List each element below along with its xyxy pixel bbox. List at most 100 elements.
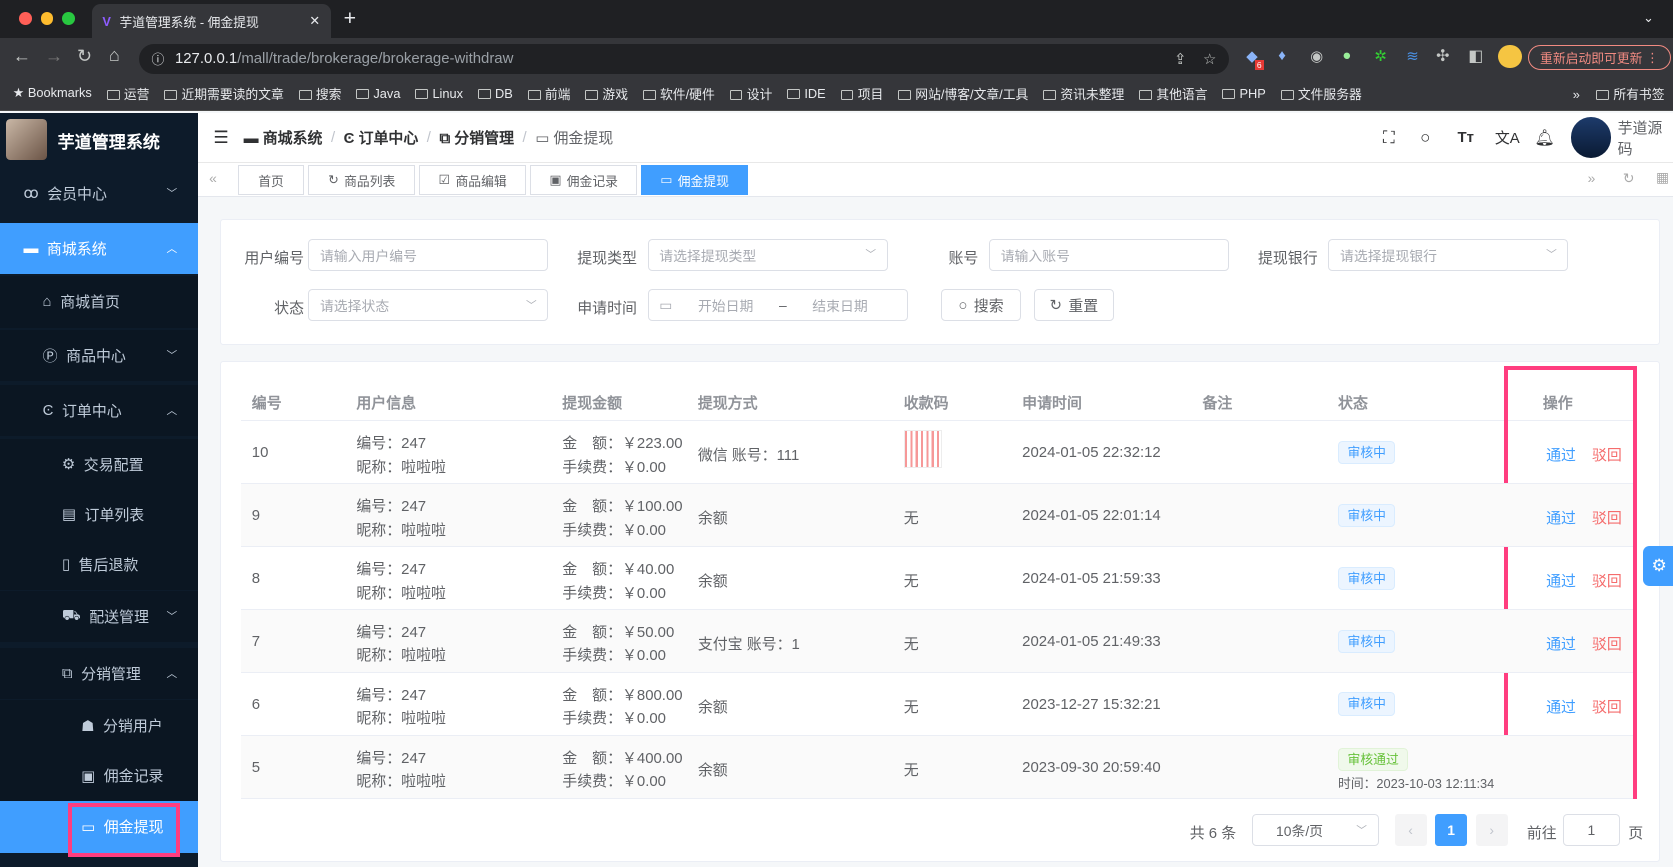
sidebar-item-3[interactable]: Ⓟ 商品中心 ﹀ [0,329,199,381]
tab-4[interactable]: ▭ 佣金提现 [641,165,748,196]
page-1-button[interactable]: 1 [1435,814,1468,847]
sidepanel-icon[interactable]: ◧ [1468,46,1483,66]
font-size-icon[interactable]: Tт [1458,129,1474,146]
goto-page-input[interactable]: 1 [1563,814,1620,847]
maximize-window-button[interactable] [61,11,75,25]
tab-3[interactable]: ▣ 佣金记录 [530,165,637,196]
hamburger-icon[interactable]: ☰ [213,128,228,148]
tab-search-chevron-icon[interactable]: ⌄ [1643,10,1654,26]
extension-icon[interactable]: ✲ [1374,47,1387,65]
bookmark-item[interactable]: Linux [415,86,463,101]
extension-icon[interactable]: ≋ [1406,47,1419,65]
reject-button[interactable]: 驳回 [1592,444,1622,465]
close-window-button[interactable] [19,11,32,25]
search-icon[interactable]: ○ [1420,128,1430,148]
bookmark-item[interactable]: 设计 [729,84,772,103]
bookmark-item[interactable]: 资讯未整理 [1043,84,1124,103]
search-button[interactable]: ○ 搜索 [941,289,1022,322]
page-size-select[interactable]: 10条/页 ﹀ [1251,814,1379,847]
bookmark-item[interactable]: PHP [1222,86,1266,101]
minimize-window-button[interactable] [40,11,54,25]
all-bookmarks[interactable]: » 所有书签 [1573,84,1665,103]
breadcrumb-item[interactable]: Ͼ 订单中心 [344,127,419,148]
puzzle-icon[interactable]: ✣ [1436,46,1449,66]
user-name[interactable]: 芋道源码 [1618,117,1673,159]
address-bar[interactable]: ⓘ 127.0.0.1/mall/trade/brokerage/brokera… [138,43,1230,74]
bookmark-star-icon[interactable]: ☆ [1203,50,1216,68]
bookmark-item[interactable]: 近期需要读的文章 [164,84,284,103]
qr-code-image[interactable] [903,430,943,469]
reject-button[interactable]: 驳回 [1592,696,1622,717]
breadcrumb-item[interactable]: ▬ 商城系统 [244,127,323,148]
update-button[interactable]: 重新启动即可更新 ⋮ [1527,44,1671,71]
sidebar-item-9[interactable]: ⧉ 分销管理 ︿ [0,647,199,699]
sidebar-item-4[interactable]: Ͼ 订单中心 ︿ [0,385,199,437]
info-icon[interactable]: ⓘ [152,49,165,68]
extension-icon[interactable]: ♦ [1278,47,1286,64]
bookmark-item[interactable]: 运营 [106,84,149,103]
sidebar-item-8[interactable]: ⛟ 配送管理 ﹀ [0,591,199,643]
reject-button[interactable]: 驳回 [1592,570,1622,591]
bookmark-item[interactable]: 游戏 [585,84,628,103]
user-id-input[interactable]: 请输入用户编号 [308,238,549,271]
scroll-left-icon[interactable]: « [209,170,217,186]
bookmark-item[interactable]: IDE [787,86,826,101]
bookmark-item[interactable]: 搜索 [298,84,341,103]
sidebar-item-0[interactable]: ꝏ 会员中心 ﹀ [0,168,198,219]
tab-2[interactable]: ☑ 商品编辑 [419,165,526,196]
home-icon[interactable]: ⌂ [109,45,120,66]
forward-icon[interactable]: → [45,46,63,67]
approve-button[interactable]: 通过 [1546,507,1576,528]
bank-select[interactable]: 请选择提现银行 ﹀ [1328,238,1569,271]
grid-icon[interactable]: ▦ [1656,169,1669,186]
next-page-button[interactable]: › [1475,814,1508,847]
status-select[interactable]: 请选择状态 ﹀ [308,289,549,322]
browser-tab[interactable]: V 芋道管理系统 - 佣金提现 ✕ [91,4,331,39]
bookmark-item[interactable]: 前端 [527,84,570,103]
withdraw-type-select[interactable]: 请选择提现类型 ﹀ [647,238,888,271]
sidebar-item-11[interactable]: ▣ 佣金记录 [0,750,199,802]
fullscreen-icon[interactable]: ⛶ [1383,128,1395,148]
bell-icon[interactable]: 🔔︎ [1534,128,1554,148]
sidebar-item-2[interactable]: ⌂ 商城首页 [0,276,199,328]
user-avatar[interactable] [1570,117,1612,158]
tab-0[interactable]: 首页 [237,165,305,196]
prev-page-button[interactable]: ‹ [1394,814,1427,847]
reset-button[interactable]: ↻ 重置 [1033,289,1114,322]
close-tab-icon[interactable]: ✕ [309,13,320,29]
bookmark-item[interactable]: 项目 [840,84,883,103]
approve-button[interactable]: 通过 [1546,633,1576,654]
bookmark-item[interactable]: DB [477,86,513,101]
approve-button[interactable]: 通过 [1546,444,1576,465]
account-input[interactable]: 请输入账号 [989,238,1230,271]
reject-button[interactable]: 驳回 [1592,633,1622,654]
sidebar-item-10[interactable]: ☗ 分销用户 [0,699,199,752]
bookmark-item[interactable]: 软件/硬件 [642,84,715,103]
sidebar-item-6[interactable]: ▤ 订单列表 [0,488,199,540]
approve-button[interactable]: 通过 [1546,696,1576,717]
new-tab-button[interactable]: + [344,6,356,31]
reload-icon[interactable]: ↻ [77,46,92,67]
approve-button[interactable]: 通过 [1546,570,1576,591]
bookmark-item[interactable]: 网站/博客/文章/工具 [898,84,1028,103]
breadcrumb-item[interactable]: ⧉ 分销管理 [439,127,514,148]
share-icon[interactable]: ⇪ [1174,50,1187,68]
back-icon[interactable]: ← [13,46,31,67]
bookmark-item[interactable]: ★ Bookmarks [13,85,92,101]
bookmark-item[interactable]: 其他语言 [1139,84,1208,103]
profile-avatar[interactable] [1498,44,1522,69]
extension-icon[interactable]: ● [1342,47,1351,64]
sidebar-item-5[interactable]: ⚙ 交易配置 [0,438,199,490]
sidebar-item-7[interactable]: ▯ 售后退款 [0,538,199,591]
bookmark-item[interactable]: Java [356,86,400,101]
sidebar-item-1[interactable]: ▬ 商城系统 ︿ [0,222,199,275]
extension-icon[interactable]: ◉ [1310,47,1323,65]
reject-button[interactable]: 驳回 [1592,507,1622,528]
date-range-picker[interactable]: ▭ 开始日期 – 结束日期 [647,289,908,322]
settings-gear-button[interactable]: ⚙ [1643,546,1673,586]
refresh-icon[interactable]: ↻ [1623,170,1635,187]
translate-icon[interactable]: 文A [1495,127,1520,148]
scroll-right-icon[interactable]: » [1588,170,1596,186]
tab-1[interactable]: ↻ 商品列表 [308,165,416,196]
bookmark-item[interactable]: 文件服务器 [1280,84,1362,103]
